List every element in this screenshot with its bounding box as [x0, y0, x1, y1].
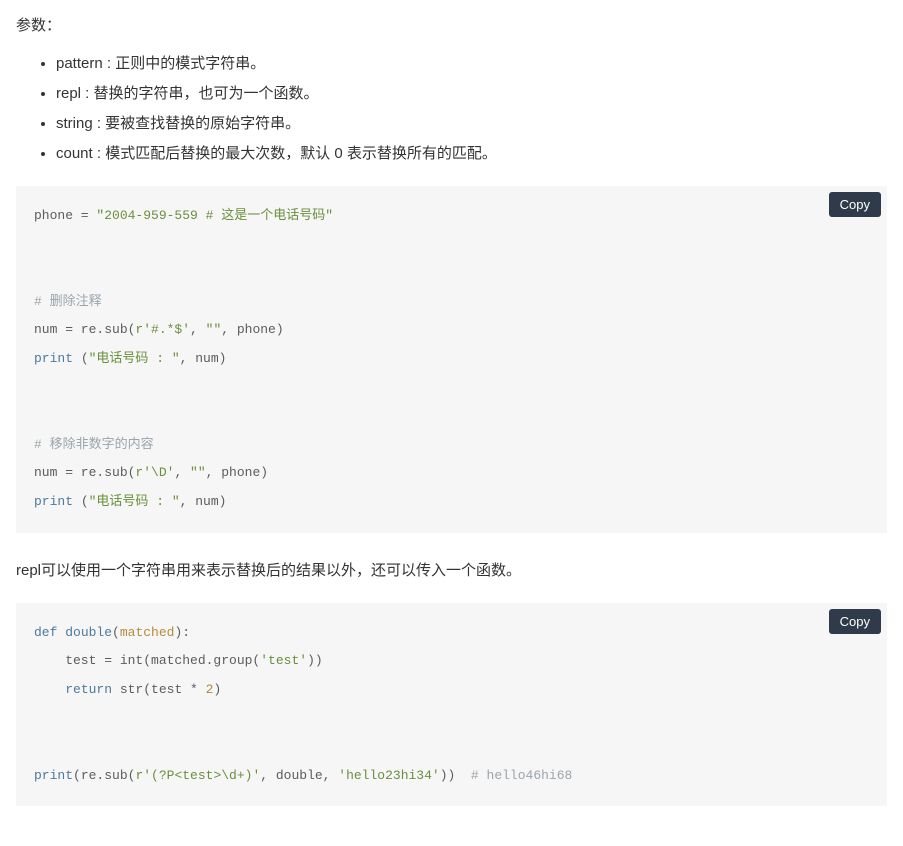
copy-button[interactable]: Copy	[829, 192, 881, 217]
code-keyword: print	[34, 351, 73, 366]
param-item: count : 模式匹配后替换的最大次数，默认 0 表示替换所有的匹配。	[56, 142, 887, 166]
param-item: repl : 替换的字符串，也可为一个函数。	[56, 82, 887, 106]
code-text: ):	[174, 625, 190, 640]
params-heading: 参数：	[16, 14, 887, 38]
code-block-2-wrap: Copy def double(matched): test = int(mat…	[16, 603, 887, 807]
code-string: ""	[190, 465, 206, 480]
code-text: , phone)	[206, 465, 268, 480]
code-text: test = int(matched.group(	[34, 653, 260, 668]
code-string: 'hello23hi34'	[338, 768, 439, 783]
code-comment: # hello46hi68	[471, 768, 572, 783]
code-string: r'#.*$'	[135, 322, 190, 337]
code-text: (	[73, 494, 89, 509]
code-text: , double,	[260, 768, 338, 783]
code-string: r'(?P<test>\d+)'	[135, 768, 260, 783]
code-text: ))	[440, 768, 471, 783]
code-text: str(test *	[112, 682, 206, 697]
param-item: string : 要被查找替换的原始字符串。	[56, 112, 887, 136]
code-string: "2004-959-559 # 这是一个电话号码"	[96, 208, 333, 223]
code-string: ""	[206, 322, 222, 337]
code-text: )	[213, 682, 221, 697]
code-text: num = re.sub(	[34, 465, 135, 480]
code-text: num = re.sub(	[34, 322, 135, 337]
code-block-2: def double(matched): test = int(matched.…	[16, 603, 887, 807]
code-block-1: phone = "2004-959-559 # 这是一个电话号码" # 删除注释…	[16, 186, 887, 533]
code-text: phone =	[34, 208, 96, 223]
paragraph-repl: repl可以使用一个字符串用来表示替换后的结果以外，还可以传入一个函数。	[16, 559, 887, 583]
code-keyword: return	[65, 682, 112, 697]
code-string: "电话号码 : "	[89, 351, 180, 366]
code-text: , phone)	[221, 322, 283, 337]
code-comment: # 删除注释	[34, 294, 102, 309]
code-funcname: double	[65, 625, 112, 640]
code-text: (re.sub(	[73, 768, 135, 783]
code-param: matched	[120, 625, 175, 640]
code-text: , num)	[180, 351, 227, 366]
code-string: 'test'	[260, 653, 307, 668]
code-text	[34, 682, 65, 697]
code-keyword: print	[34, 768, 73, 783]
code-comment: # 移除非数字的内容	[34, 437, 154, 452]
code-text: (	[73, 351, 89, 366]
params-list: pattern : 正则中的模式字符串。 repl : 替换的字符串，也可为一个…	[16, 52, 887, 166]
code-keyword: def	[34, 625, 57, 640]
code-block-1-wrap: Copy phone = "2004-959-559 # 这是一个电话号码" #…	[16, 186, 887, 533]
code-keyword: print	[34, 494, 73, 509]
code-text: ))	[307, 653, 323, 668]
code-text: , num)	[180, 494, 227, 509]
param-item: pattern : 正则中的模式字符串。	[56, 52, 887, 76]
code-text: ,	[174, 465, 190, 480]
code-string: "电话号码 : "	[89, 494, 180, 509]
copy-button[interactable]: Copy	[829, 609, 881, 634]
code-text: (	[112, 625, 120, 640]
code-text: ,	[190, 322, 206, 337]
code-string: r'\D'	[135, 465, 174, 480]
